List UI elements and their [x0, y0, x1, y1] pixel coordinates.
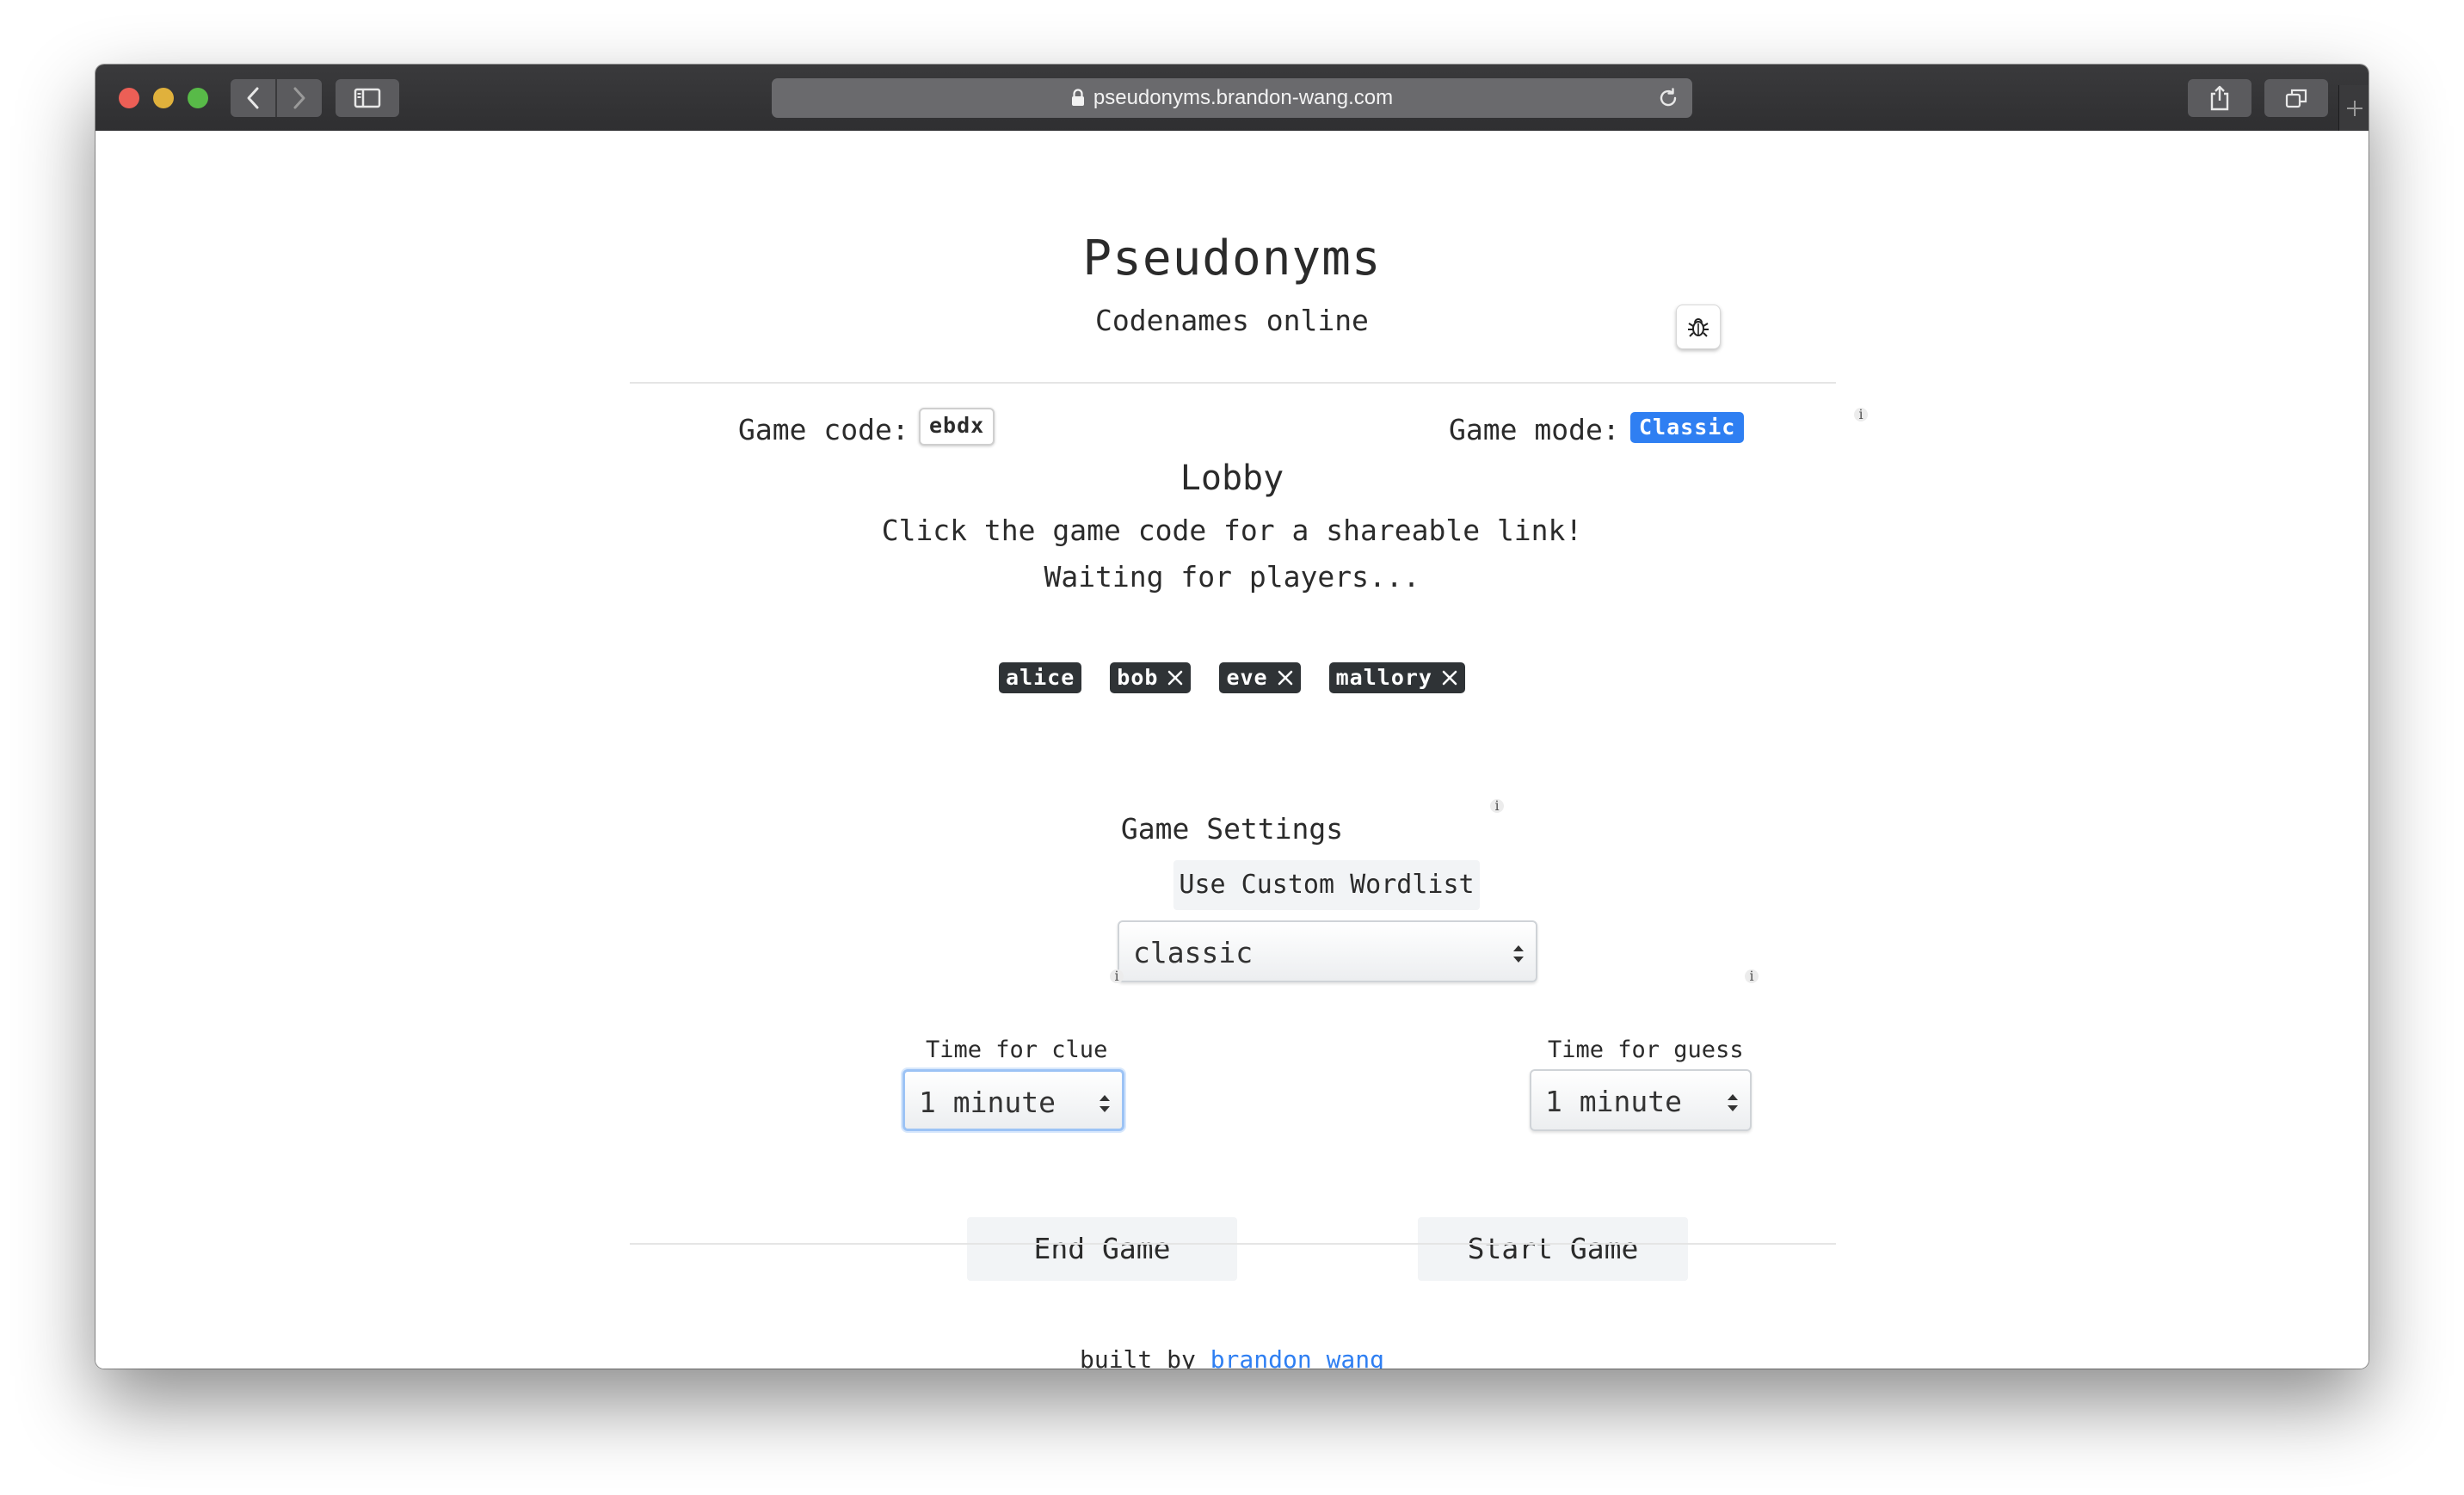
clue-time-select[interactable]: 1 minute	[902, 1069, 1124, 1131]
footer: built by brandon wang	[95, 1348, 2369, 1369]
clue-time-label: Time for clue	[926, 1037, 1108, 1063]
player-list: alice bob eve mallory	[95, 662, 2369, 693]
game-code-label: Game code:	[738, 413, 909, 446]
wordlist-select[interactable]: classic	[1118, 920, 1537, 982]
bug-icon	[1688, 318, 1709, 337]
wordlist-value: classic	[1133, 936, 1254, 969]
new-tab-button[interactable]	[2338, 85, 2369, 131]
footer-prefix: built by	[1079, 1345, 1196, 1369]
lock-icon	[1071, 89, 1085, 108]
chevron-right-icon	[293, 87, 305, 109]
start-game-button[interactable]: Start Game	[1418, 1217, 1688, 1281]
player-chip: eve	[1219, 662, 1301, 693]
select-arrows-icon	[1100, 1095, 1110, 1112]
chevron-left-icon	[247, 87, 259, 109]
address-bar[interactable]: pseudonyms.brandon-wang.com	[772, 78, 1692, 118]
game-mode-info-icon[interactable]: i	[1854, 408, 1868, 421]
guess-time-select[interactable]: 1 minute	[1530, 1069, 1752, 1131]
game-mode-badge[interactable]: Classic	[1630, 412, 1745, 443]
sidebar-icon	[354, 88, 381, 108]
custom-wordlist-info-icon[interactable]: i	[1490, 799, 1504, 813]
end-game-button[interactable]: End Game	[967, 1217, 1237, 1281]
author-link[interactable]: brandon wang	[1210, 1345, 1384, 1369]
custom-wordlist-button[interactable]: Use Custom Wordlist	[1173, 860, 1480, 910]
share-hint: Click the game code for a shareable link…	[881, 514, 1583, 547]
zoom-window-button[interactable]	[188, 88, 208, 108]
page-title: Pseudonyms	[1082, 231, 1382, 286]
share-button[interactable]	[2188, 79, 2251, 117]
report-bug-button[interactable]	[1676, 305, 1721, 349]
plus-icon	[2346, 100, 2362, 116]
divider	[630, 382, 1836, 384]
player-name: eve	[1226, 665, 1268, 690]
sidebar-toggle-button[interactable]	[336, 79, 399, 117]
navigation-buttons	[231, 79, 322, 117]
browser-window: pseudonyms.brandon-wang.com Pseudonyms C…	[95, 65, 2369, 1369]
game-mode-label: Game mode:	[1449, 413, 1620, 446]
clue-time-value: 1 minute	[919, 1086, 1056, 1119]
reload-icon[interactable]	[1656, 86, 1680, 110]
player-chip: alice	[999, 662, 1082, 693]
minimize-window-button[interactable]	[153, 88, 174, 108]
guess-time-value: 1 minute	[1545, 1085, 1682, 1118]
close-window-button[interactable]	[119, 88, 139, 108]
select-arrows-icon	[1728, 1094, 1738, 1111]
browser-toolbar: pseudonyms.brandon-wang.com	[95, 65, 2369, 132]
url-text: pseudonyms.brandon-wang.com	[1093, 86, 1394, 109]
player-name: bob	[1117, 665, 1159, 690]
player-name: alice	[1006, 665, 1075, 690]
page-subtitle: Codenames online	[1095, 304, 1369, 337]
guess-time-info-icon[interactable]: i	[1745, 969, 1759, 983]
guess-time-label: Time for guess	[1548, 1037, 1744, 1063]
player-chip: mallory	[1328, 662, 1465, 693]
waiting-message: Waiting for players...	[1044, 560, 1420, 594]
clue-time-info-icon[interactable]: i	[1110, 969, 1124, 983]
tab-overview-button[interactable]	[2264, 79, 2328, 117]
share-icon	[2210, 85, 2229, 111]
remove-player-icon[interactable]	[1167, 669, 1184, 686]
tabs-icon	[2285, 89, 2307, 108]
remove-player-icon[interactable]	[1277, 669, 1294, 686]
player-chip: bob	[1110, 662, 1192, 693]
forward-button[interactable]	[275, 79, 322, 117]
settings-title: Game Settings	[1120, 812, 1344, 846]
game-status: Lobby	[1180, 458, 1284, 498]
back-button[interactable]	[231, 79, 275, 117]
game-code-button[interactable]: ebdx	[919, 408, 995, 446]
page-content: Pseudonyms Codenames online Game code: e…	[95, 131, 2369, 1369]
divider	[630, 1243, 1836, 1245]
select-arrows-icon	[1513, 945, 1524, 963]
remove-player-icon[interactable]	[1441, 669, 1458, 686]
player-name: mallory	[1335, 665, 1432, 690]
